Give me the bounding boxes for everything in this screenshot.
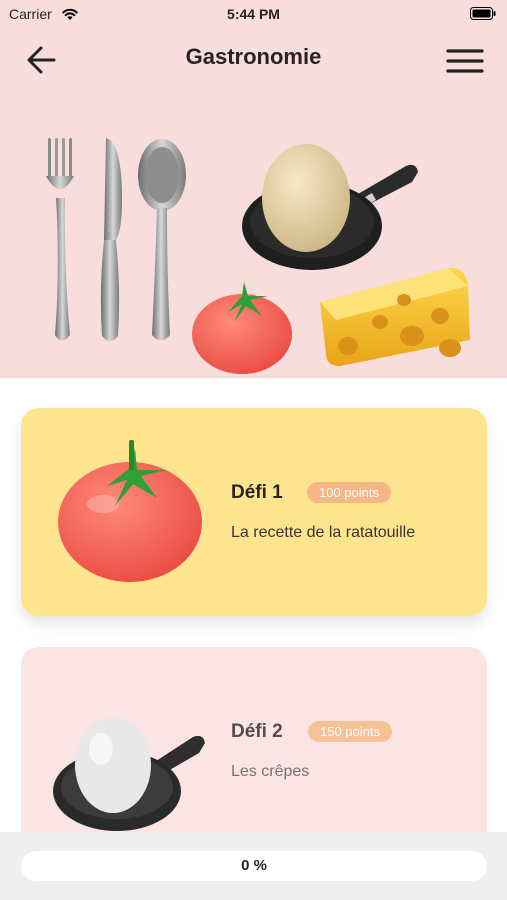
gastronomy-illustration [46,138,470,374]
challenge-title: Défi 1 [231,482,283,503]
page-title: Gastronomie [185,44,322,69]
spoon-icon [138,139,186,341]
knife-icon [100,138,122,341]
battery-icon [470,7,496,20]
challenge-card-2[interactable]: Défi 2 150 points Les crêpes [21,647,487,832]
tomato-icon [192,282,292,374]
challenge-description: La recette de la ratatouille [231,524,416,541]
challenge-title: Défi 2 [231,721,283,742]
hamburger-menu-icon[interactable] [444,42,486,80]
points-badge: 100 points [307,482,391,503]
egg-in-pan-icon [53,717,205,831]
progress-footer: 0 % [0,832,507,900]
egg-in-pan-icon [242,144,418,270]
challenge-description: Les crêpes [231,763,310,780]
progress-label: 0 % [241,857,267,874]
tomato-icon [58,440,202,582]
top-navigation: Gastronomie [0,30,507,90]
clock-label: 5:44 PM [227,6,280,22]
status-bar: Carrier 5:44 PM [0,0,507,30]
fork-icon [46,138,74,341]
points-badge: 150 points [308,721,392,742]
challenge-list[interactable]: Défi 1 100 points La recette de la ratat… [0,378,507,832]
progress-bar: 0 % [21,851,487,881]
cheese-icon [320,267,470,366]
category-hero: Gastronomie [0,30,507,378]
challenge-card-1[interactable]: Défi 1 100 points La recette de la ratat… [21,408,487,616]
